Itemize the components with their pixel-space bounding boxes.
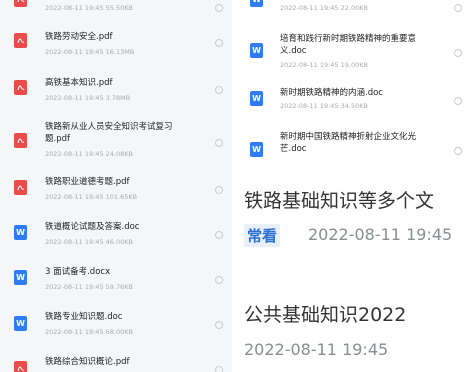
file-name: 铁路新从业人员安全知识考试复习题.pdf <box>45 122 173 144</box>
file-meta: 2022-08-11 19:45 46.00KB <box>45 238 133 246</box>
word-file-icon: W <box>250 0 263 7</box>
select-radio[interactable] <box>215 4 223 12</box>
content-panel-right: W 2022-08-11 19:45 22.00KB W 培育和践行新时期铁路精… <box>232 0 472 372</box>
pdf-file-icon <box>14 0 27 7</box>
article-date: 2022-08-11 19:45 <box>308 225 453 244</box>
pdf-file-icon <box>14 361 27 372</box>
select-radio[interactable] <box>215 186 223 194</box>
select-radio[interactable] <box>454 49 462 57</box>
pdf-file-icon <box>14 80 27 95</box>
select-radio[interactable] <box>215 276 223 284</box>
select-radio[interactable] <box>454 4 462 12</box>
select-radio[interactable] <box>215 321 223 329</box>
file-name: 新时期中国铁路精神折射企业文化光芒.doc <box>280 132 417 154</box>
pdf-file-icon <box>14 33 27 48</box>
file-meta: 2022-08-11 19:45 24.08KB <box>45 150 133 158</box>
file-meta: 2022-08-11 19:45 68.00KB <box>45 328 133 336</box>
select-radio[interactable] <box>215 86 223 94</box>
article-title[interactable]: 铁路基础知识等多个文 <box>244 186 434 213</box>
file-name: 高铁基本知识.pdf <box>45 78 113 88</box>
word-file-icon: W <box>250 142 263 157</box>
file-list-left: 2022-08-11 19:45 55.50KB 铁路劳动安全.pdf 2022… <box>0 0 232 372</box>
select-radio[interactable] <box>215 366 223 372</box>
select-radio[interactable] <box>215 39 223 47</box>
file-name: 铁路职业道德考题.pdf <box>45 177 130 187</box>
article-title[interactable]: 公共基础知识2022 <box>244 300 406 327</box>
file-name: 铁路劳动安全.pdf <box>45 32 113 42</box>
word-file-icon: W <box>14 270 27 285</box>
file-name: 铁路专业知识题.doc <box>45 312 123 322</box>
file-name: 培育和践行新时期铁路精神的重要意义.doc <box>280 34 417 56</box>
pdf-file-icon <box>14 180 27 195</box>
file-meta: 2022-08-11 19:45 16.13MB <box>45 48 135 56</box>
file-name: 3 面试备考.docx <box>45 267 111 277</box>
pdf-file-icon <box>14 133 27 148</box>
select-radio[interactable] <box>454 147 462 155</box>
file-name: 铁路综合知识概论.pdf <box>45 357 130 367</box>
article-date: 2022-08-11 19:45 <box>244 340 389 359</box>
word-file-icon: W <box>14 225 27 240</box>
word-file-icon: W <box>14 316 27 331</box>
frequent-badge: 常看 <box>244 224 281 247</box>
word-file-icon: W <box>250 43 263 58</box>
file-name: 铁道概论试题及答案.doc <box>45 222 140 232</box>
file-meta: 2022-08-11 19:45 34.50KB <box>280 102 368 110</box>
file-name: 新时期铁路精神的内涵.doc <box>280 88 383 98</box>
file-meta: 2022-08-11 19:45 3.78MB <box>45 94 131 102</box>
file-meta: 2022-08-11 19:45 101.65KB <box>45 193 138 201</box>
file-meta: 2022-08-11 19:45 55.50KB <box>45 4 133 12</box>
select-radio[interactable] <box>454 97 462 105</box>
select-radio[interactable] <box>215 231 223 239</box>
file-meta: 2022-08-11 19:45 22.00KB <box>280 4 368 12</box>
file-meta: 2022-08-11 19:45 59.76KB <box>45 283 133 291</box>
select-radio[interactable] <box>215 139 223 147</box>
file-meta: 2022-08-11 19:45 19.00KB <box>280 61 368 69</box>
word-file-icon: W <box>250 91 263 106</box>
